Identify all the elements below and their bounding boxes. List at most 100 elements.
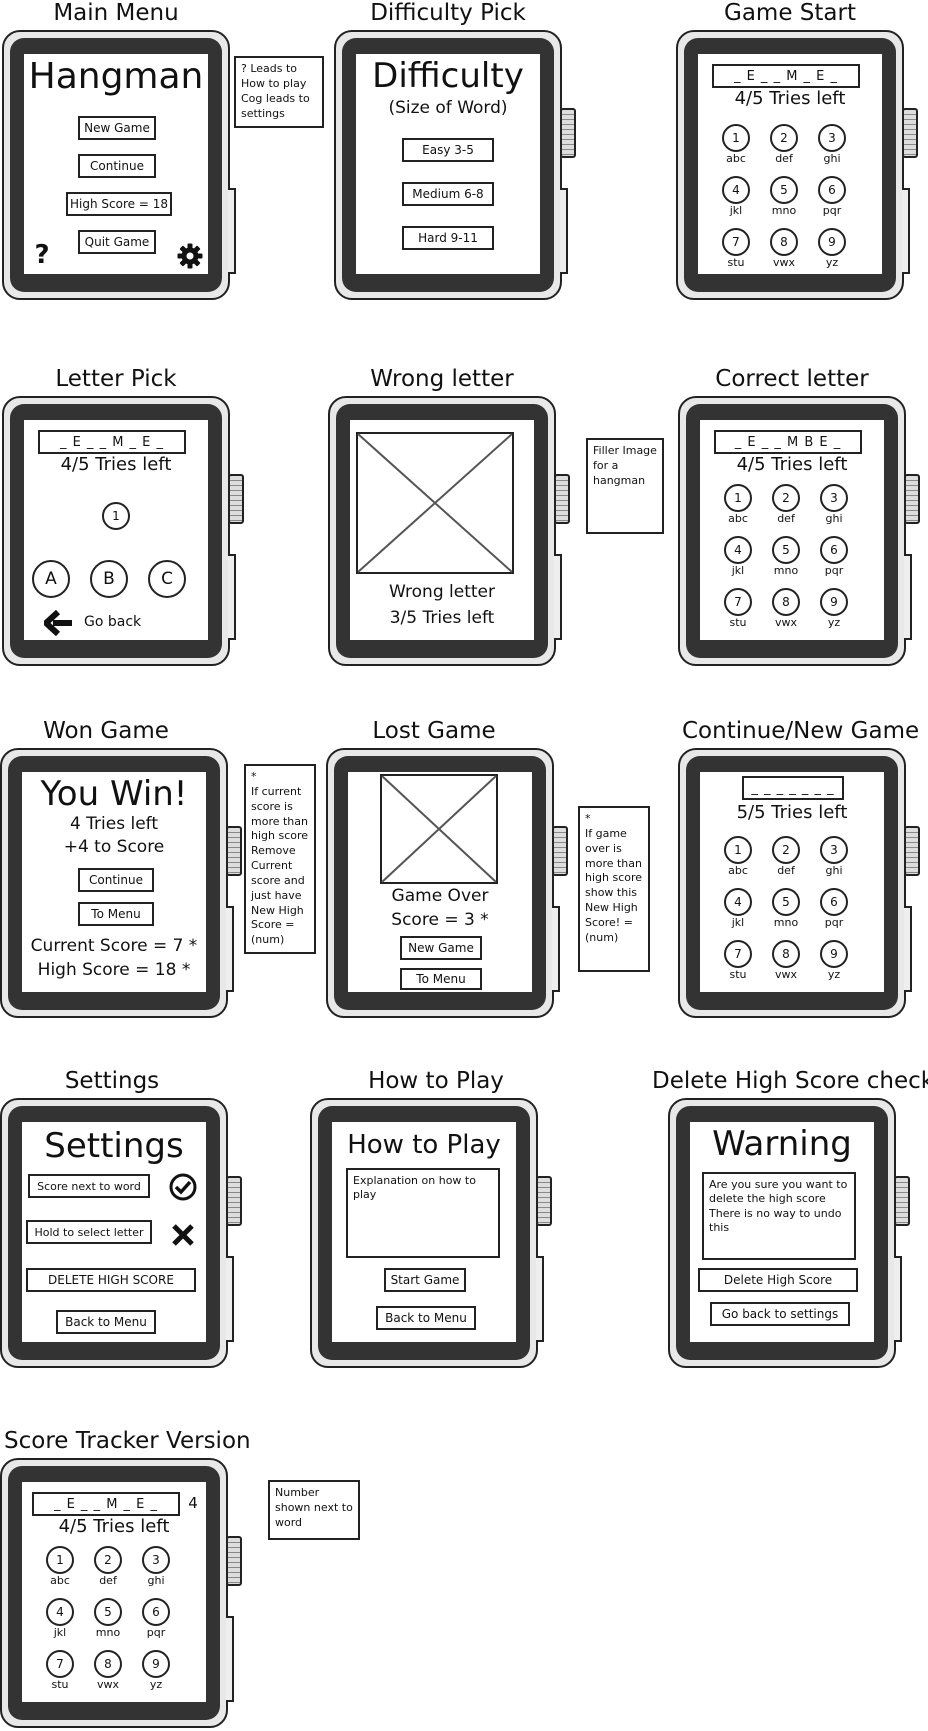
keypad-key-letters: vwx	[96, 1678, 120, 1691]
keypad-key-letters: vwx	[774, 968, 798, 981]
new-game-button[interactable]: New Game	[400, 936, 482, 960]
watch-difficulty: Difficulty (Size of Word) Easy 3-5 Mediu…	[334, 30, 576, 300]
keypad-key-2[interactable]: 2	[772, 836, 800, 864]
keypad-key-1[interactable]: 1	[724, 836, 752, 864]
keypad-key-5[interactable]: 5	[772, 888, 800, 916]
keypad-key-8[interactable]: 8	[772, 588, 800, 616]
tries-left: 3/5 Tries left	[389, 608, 495, 628]
keypad-key-3[interactable]: 3	[820, 484, 848, 512]
keypad-key-1[interactable]: 1	[724, 484, 752, 512]
arrow-left-icon[interactable]	[44, 610, 74, 636]
keypad-key-7[interactable]: 7	[724, 588, 752, 616]
keypad-key-9[interactable]: 9	[820, 940, 848, 968]
keypad-key-2[interactable]: 2	[772, 484, 800, 512]
keypad-key-letters: jkl	[729, 204, 743, 217]
back-to-menu-button[interactable]: Back to Menu	[56, 1310, 156, 1334]
keypad-key-7[interactable]: 7	[722, 228, 750, 256]
keypad-key-6[interactable]: 6	[820, 536, 848, 564]
new-game-button[interactable]: New Game	[78, 116, 156, 140]
quit-game-button[interactable]: Quit Game	[78, 230, 156, 254]
score-added: +4 to Score	[63, 837, 165, 857]
screen-heading: Settings	[44, 1126, 184, 1166]
keypad-key-1[interactable]: 1	[722, 124, 750, 152]
keypad-key-5[interactable]: 5	[770, 176, 798, 204]
frame-title: Continue/New Game	[682, 718, 920, 744]
go-back-label[interactable]: Go back	[84, 614, 154, 630]
delete-high-score-button[interactable]: DELETE HIGH SCORE	[26, 1268, 196, 1292]
keypad-key-6[interactable]: 6	[820, 888, 848, 916]
cross-icon[interactable]	[170, 1222, 196, 1248]
keypad-key-6[interactable]: 6	[818, 176, 846, 204]
continue-button[interactable]: Continue	[78, 868, 154, 892]
letter-option-c[interactable]: C	[148, 560, 186, 598]
screen: Game Over Score = 3 * New Game To Menu	[348, 772, 532, 992]
keypad-key-6[interactable]: 6	[142, 1598, 170, 1626]
keypad-key-4[interactable]: 4	[46, 1598, 74, 1626]
keypad-key-5[interactable]: 5	[94, 1598, 122, 1626]
keypad-key-7[interactable]: 7	[724, 940, 752, 968]
keypad-key-letters: mno	[773, 564, 799, 577]
easy-button[interactable]: Easy 3-5	[402, 138, 494, 162]
keypad-key-letters: mno	[95, 1626, 121, 1639]
keypad-key-8[interactable]: 8	[772, 940, 800, 968]
watch-correct-letter: _ E _ _ M B E _ 4/5 Tries left 1 abc 2 def 3…	[678, 396, 920, 666]
delete-high-score-button[interactable]: Delete High Score	[698, 1268, 858, 1292]
keypad-key-letters: stu	[729, 616, 747, 629]
keypad-key-4[interactable]: 4	[722, 176, 750, 204]
watch-game-start: _ E _ _ M _ E _ 4/5 Tries left 1 abc 2 def 3…	[676, 30, 918, 300]
keypad-key-8[interactable]: 8	[770, 228, 798, 256]
keypad-key-3[interactable]: 3	[142, 1546, 170, 1574]
score-next-to-word-option[interactable]: Score next to word	[28, 1174, 150, 1198]
continue-button[interactable]: Continue	[78, 154, 156, 178]
start-game-button[interactable]: Start Game	[384, 1268, 466, 1292]
annotation-note: ? Leads to How to play Cog leads to sett…	[234, 56, 324, 128]
keypad-key-letters: stu	[51, 1678, 69, 1691]
keypad-key-3[interactable]: 3	[820, 836, 848, 864]
back-to-menu-button[interactable]: Back to Menu	[376, 1306, 476, 1330]
screen: How to Play Explanation on how to play S…	[332, 1122, 516, 1342]
frame-title: Wrong letter	[370, 366, 514, 392]
help-icon[interactable]: ?	[30, 240, 54, 270]
tries-left: 5/5 Tries left	[736, 802, 848, 823]
keypad-key-9[interactable]: 9	[820, 588, 848, 616]
keypad-key-letters: vwx	[774, 616, 798, 629]
letter-option-b[interactable]: B	[90, 560, 128, 598]
score-counter: 4	[188, 1494, 198, 1512]
keypad-key-letters: yz	[825, 256, 839, 269]
medium-button[interactable]: Medium 6-8	[402, 182, 494, 206]
warning-message: Are you sure you want to delete the high…	[702, 1172, 856, 1260]
annotation-note: * If game over is more than high score s…	[578, 806, 650, 972]
keypad-key-3[interactable]: 3	[818, 124, 846, 152]
to-menu-button[interactable]: To Menu	[78, 902, 154, 926]
keypad-key-letters: pqr	[822, 204, 842, 217]
back-to-settings-button[interactable]: Go back to settings	[710, 1302, 850, 1326]
keypad-key-9[interactable]: 9	[142, 1650, 170, 1678]
hold-to-select-option[interactable]: Hold to select letter	[26, 1220, 152, 1244]
frame-title: Difficulty Pick	[370, 0, 526, 26]
keypad-key-letters: yz	[827, 968, 841, 981]
word-display: _ _ _ _ _ _ _	[742, 776, 844, 800]
keypad-key-letters: mno	[771, 204, 797, 217]
keypad-key-9[interactable]: 9	[818, 228, 846, 256]
keypad-key-letters: pqr	[146, 1626, 166, 1639]
letter-option-a[interactable]: A	[32, 560, 70, 598]
frame-title: Main Menu	[53, 0, 179, 26]
keypad-key-5[interactable]: 5	[772, 536, 800, 564]
keypad-key-7[interactable]: 7	[46, 1650, 74, 1678]
current-score: Current Score = 7 *	[30, 936, 198, 956]
keypad-key-2[interactable]: 2	[770, 124, 798, 152]
checkmark-icon[interactable]	[168, 1172, 198, 1202]
keypad-key-4[interactable]: 4	[724, 536, 752, 564]
frame-title: Score Tracker Version	[4, 1428, 251, 1454]
gear-icon[interactable]	[176, 242, 204, 270]
keypad-key-8[interactable]: 8	[94, 1650, 122, 1678]
watch-main-menu: Hangman New Game Continue High Score = 1…	[2, 30, 236, 300]
watch-how-to-play: How to Play Explanation on how to play S…	[310, 1098, 552, 1368]
frame-title: Letter Pick	[55, 366, 177, 392]
hard-button[interactable]: Hard 9-11	[402, 226, 494, 250]
keypad-key-1[interactable]: 1	[46, 1546, 74, 1574]
to-menu-button[interactable]: To Menu	[400, 968, 482, 990]
keypad-key-2[interactable]: 2	[94, 1546, 122, 1574]
keypad: 1 abc 2 def 3 ghi 4 jkl 5 mno 6 pqr 7 stu 8 vwx 9 yz	[722, 484, 862, 634]
keypad-key-4[interactable]: 4	[724, 888, 752, 916]
